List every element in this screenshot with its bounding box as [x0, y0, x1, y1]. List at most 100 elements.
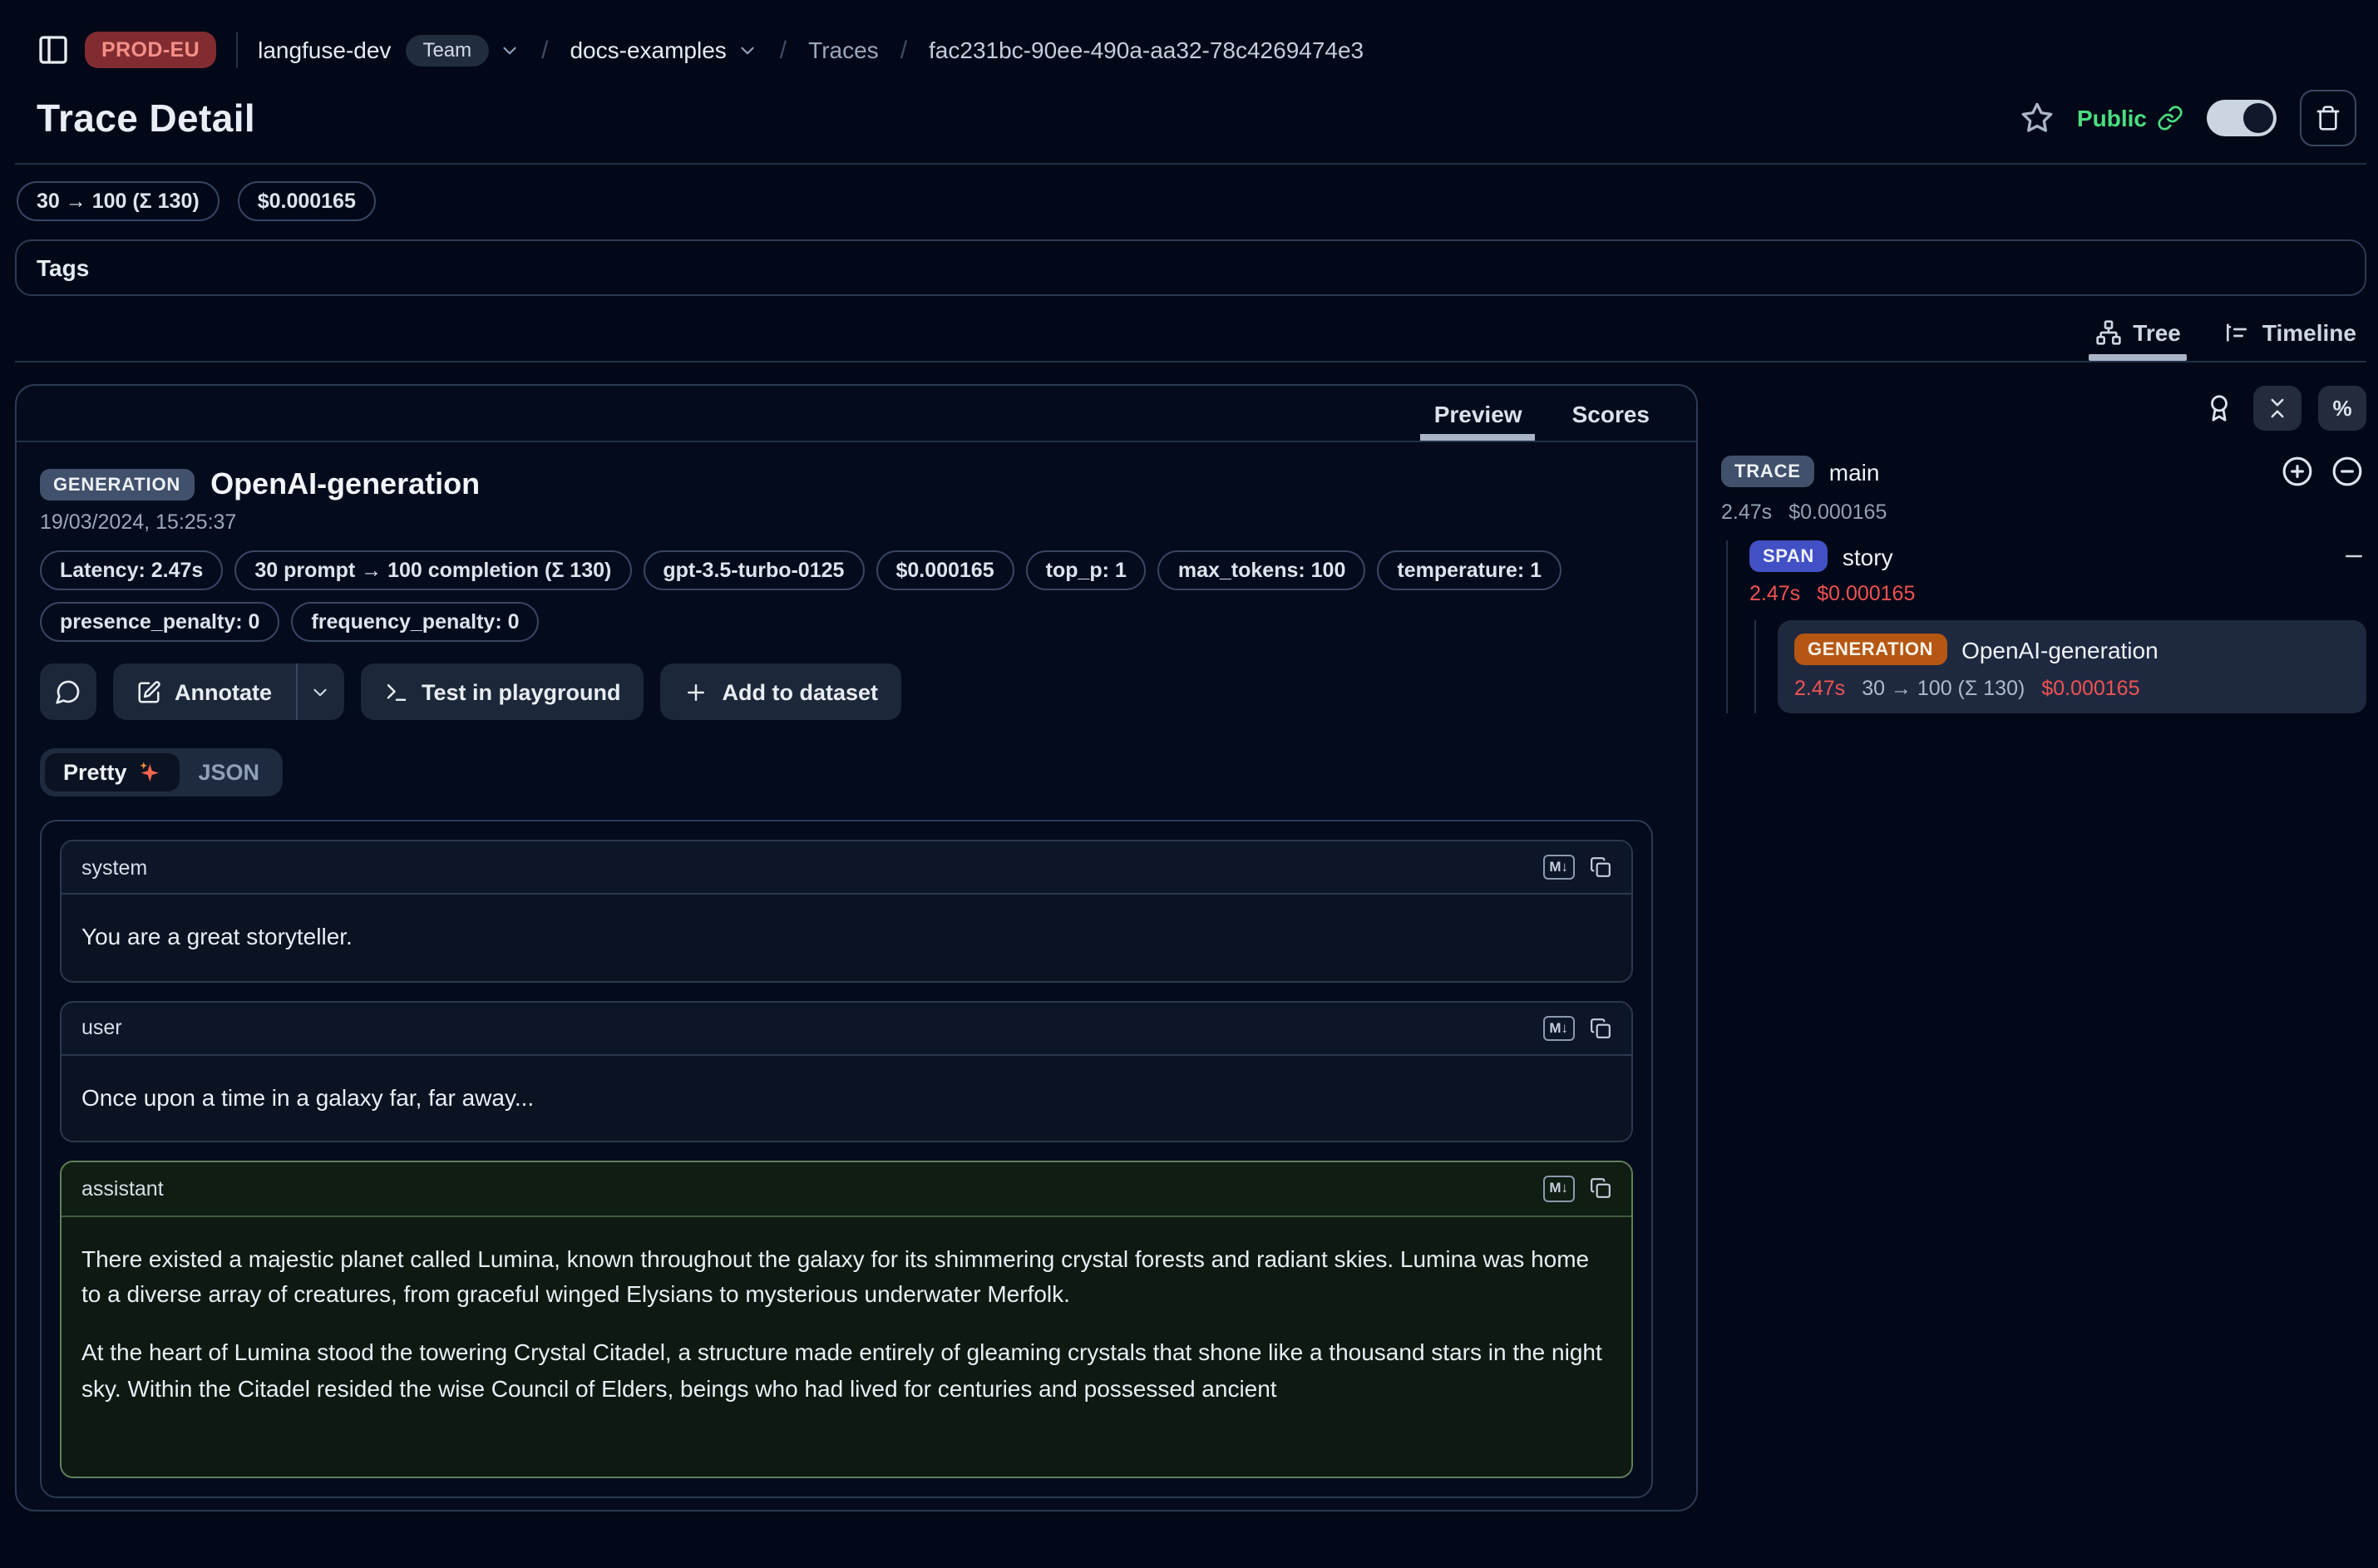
- expand-all-button[interactable]: [2278, 452, 2316, 491]
- trace-tree-sidebar: % TRACE main 2.47s $0.000165 SPAN story: [1721, 384, 2366, 1511]
- tab-tree-label: Tree: [2133, 319, 2181, 346]
- tags-box[interactable]: Tags: [15, 239, 2366, 296]
- collapse-tree-button[interactable]: [2328, 452, 2366, 491]
- model-badge: gpt-3.5-turbo-0125: [643, 550, 864, 590]
- public-label: Public: [2077, 105, 2147, 131]
- chevron-down-icon[interactable]: [498, 39, 520, 61]
- header-divider: [15, 163, 2366, 165]
- generation-metrics: 2.47s 30 → 100 (Σ 130) $0.000165: [1794, 677, 2350, 700]
- observation-title: OpenAI-generation: [210, 467, 480, 502]
- span-children: GENERATION OpenAI-generation 2.47s 30 → …: [1754, 620, 2366, 713]
- environment-badge: PROD-EU: [85, 32, 216, 68]
- breadcrumb-org[interactable]: langfuse-dev: [258, 37, 391, 63]
- span-node[interactable]: SPAN story: [1749, 540, 2366, 572]
- tab-scores[interactable]: Scores: [1569, 386, 1653, 441]
- trash-icon: [2315, 105, 2341, 131]
- top-p-badge: top_p: 1: [1026, 550, 1147, 590]
- max-tokens-badge: max_tokens: 100: [1158, 550, 1366, 590]
- copy-icon: [1590, 1018, 1611, 1039]
- content: Preview Scores GENERATION OpenAI-generat…: [15, 384, 2366, 1511]
- frequency-penalty-badge: frequency_penalty: 0: [291, 602, 539, 642]
- tab-timeline[interactable]: Timeline: [2224, 319, 2356, 361]
- markdown-toggle-button[interactable]: M↓: [1542, 1176, 1575, 1201]
- annotate-label: Annotate: [175, 679, 272, 704]
- add-to-dataset-button[interactable]: Add to dataset: [661, 663, 902, 720]
- message-tools: M↓: [1542, 1176, 1611, 1201]
- trace-node[interactable]: TRACE main: [1721, 452, 2366, 491]
- breadcrumb-separator: /: [894, 36, 914, 64]
- delete-trace-button[interactable]: [2300, 90, 2356, 146]
- generation-type-badge: GENERATION: [1794, 634, 1946, 665]
- observation-header: GENERATION OpenAI-generation: [40, 467, 1663, 502]
- generation-node-selected[interactable]: GENERATION OpenAI-generation 2.47s 30 → …: [1778, 620, 2366, 713]
- annotate-dropdown-button[interactable]: [297, 663, 343, 720]
- trace-cost: $0.000165: [1788, 500, 1887, 524]
- message-header: user M↓: [62, 1002, 1631, 1055]
- message-header: system M↓: [62, 841, 1631, 895]
- copy-button[interactable]: [1590, 856, 1611, 878]
- markdown-toggle-button[interactable]: M↓: [1542, 855, 1575, 880]
- generation-latency: 2.47s: [1794, 677, 1845, 700]
- metrics-percent-button[interactable]: %: [2318, 386, 2366, 431]
- copy-button[interactable]: [1590, 1178, 1611, 1200]
- cost-badge: $0.000165: [876, 550, 1014, 590]
- span-collapse-button[interactable]: [2341, 544, 2366, 569]
- breadcrumb-divider: [236, 32, 238, 68]
- breadcrumb-project[interactable]: docs-examples: [570, 37, 726, 63]
- span-name: story: [1843, 543, 1893, 570]
- trace-latency: 2.47s: [1721, 500, 1772, 524]
- message-content: Once upon a time in a galaxy far, far aw…: [62, 1056, 1631, 1141]
- minus-icon: [2341, 544, 2366, 569]
- message-card-assistant: assistant M↓ There existed a majestic pl…: [60, 1161, 1633, 1479]
- copy-button[interactable]: [1590, 1018, 1611, 1039]
- markdown-toggle-button[interactable]: M↓: [1542, 1015, 1575, 1040]
- generation-node-row: GENERATION OpenAI-generation: [1794, 634, 2350, 665]
- comment-button[interactable]: [40, 663, 96, 720]
- timeline-icon: [2224, 319, 2251, 346]
- sidebar-toggle-button[interactable]: [37, 33, 70, 67]
- message-paragraph: Once upon a time in a galaxy far, far aw…: [81, 1081, 1611, 1117]
- message-role: system: [81, 855, 147, 879]
- breadcrumb-trace-id: fac231bc-90ee-490a-aa32-78c4269474e3: [929, 37, 1364, 63]
- breadcrumb-traces-link[interactable]: Traces: [808, 37, 879, 63]
- panel-tabs: Preview Scores: [17, 386, 1696, 442]
- tree-icon: [2094, 319, 2121, 346]
- scores-award-button[interactable]: [2202, 391, 2237, 426]
- bookmark-star-button[interactable]: [2020, 101, 2054, 135]
- chevron-down-icon[interactable]: [737, 39, 758, 61]
- span-cost: $0.000165: [1817, 582, 1915, 605]
- award-icon: [2205, 394, 2233, 422]
- pretty-toggle[interactable]: Pretty: [45, 753, 180, 791]
- format-toggle: Pretty JSON: [40, 748, 283, 796]
- playground-label: Test in playground: [422, 679, 621, 704]
- message-tools: M↓: [1542, 855, 1611, 880]
- org-type-badge: Team: [406, 34, 488, 66]
- view-tabs: Tree Timeline: [15, 319, 2366, 361]
- message-tools: M↓: [1542, 1015, 1611, 1040]
- observation-actions: Annotate Test in playground Add to data: [40, 663, 1663, 720]
- message-header: assistant M↓: [62, 1163, 1631, 1216]
- chevrons-down-up-icon: [2265, 396, 2290, 421]
- collapse-all-button[interactable]: [2253, 386, 2302, 431]
- panel-left-icon: [37, 33, 70, 67]
- public-visibility-toggle[interactable]: [2207, 100, 2277, 136]
- json-toggle[interactable]: JSON: [180, 753, 279, 791]
- message-paragraph: At the heart of Lumina stood the towerin…: [81, 1335, 1611, 1408]
- annotate-button[interactable]: Annotate: [113, 663, 295, 720]
- trace-detail-page: PROD-EU langfuse-dev Team / docs-example…: [0, 0, 2378, 1568]
- span-type-badge: SPAN: [1749, 540, 1828, 572]
- temperature-badge: temperature: 1: [1377, 550, 1561, 590]
- span-latency: 2.47s: [1749, 582, 1800, 605]
- public-link[interactable]: Public: [2077, 105, 2183, 131]
- tab-preview[interactable]: Preview: [1431, 386, 1526, 441]
- message-paragraph: There existed a majestic planet called L…: [81, 1241, 1611, 1314]
- generation-cost: $0.000165: [2041, 677, 2139, 700]
- observation-timestamp: 19/03/2024, 15:25:37: [40, 510, 1663, 534]
- test-in-playground-button[interactable]: Test in playground: [360, 663, 644, 720]
- message-role: assistant: [81, 1177, 164, 1201]
- tab-tree[interactable]: Tree: [2094, 319, 2181, 361]
- message-content: There existed a majestic planet called L…: [62, 1216, 1631, 1477]
- annotate-split-button: Annotate: [113, 663, 343, 720]
- trace-children: SPAN story 2.47s $0.000165 GENERATION Op…: [1726, 540, 2366, 713]
- trace-metrics: 2.47s $0.000165: [1721, 500, 2366, 524]
